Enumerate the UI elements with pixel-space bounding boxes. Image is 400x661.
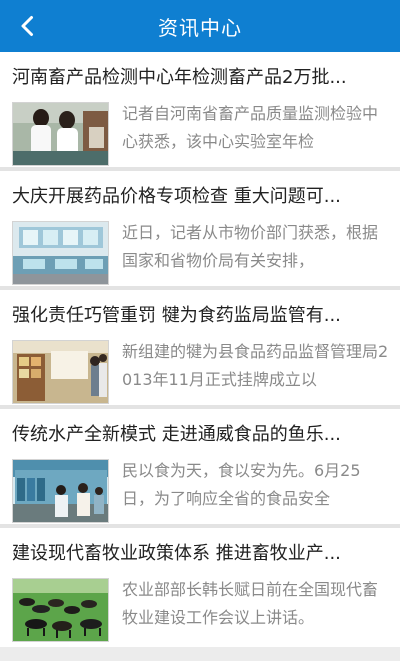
cattle-pasture-image [13,579,108,641]
app-header: 资讯中心 [0,0,400,52]
news-thumbnail [12,459,109,523]
news-summary: 农业部部长韩长赋日前在全国现代畜牧业建设工作会议上讲话。 [122,580,379,627]
news-title: 河南畜产品检测中心年检测畜产品2万批... [12,67,347,88]
news-title: 建设现代畜牧业政策体系 推进畜牧业产... [12,543,341,564]
news-summary: 近日，记者从市物价部门获悉，根据国家和省物价局有关安排， [122,223,379,270]
news-title: 大庆开展药品价格专项检查 重大问题可... [12,186,341,207]
news-thumbnail [12,102,109,166]
news-item-3[interactable]: 强化责任巧管重罚 犍为食药监局监管有... 新组建的犍为县食品药品监督管理局20… [0,290,400,409]
page-title: 资讯中心 [158,15,242,40]
news-summary: 新组建的犍为县食品药品监督管理局2013年11月正式挂牌成立以 [122,342,389,389]
office-inspection-image [13,341,108,403]
back-button[interactable] [8,6,48,46]
news-item-5[interactable]: 建设现代畜牧业政策体系 推进畜牧业产... 农业部部长韩长赋日前在全国现代畜牧业… [0,528,400,647]
news-thumbnail [12,340,109,404]
news-list: 河南畜产品检测中心年检测畜产品2万批... 记者自河南省畜产品质量监测检验中心获… [0,52,400,647]
news-title: 强化责任巧管重罚 犍为食药监局监管有... [12,305,341,326]
news-summary: 记者自河南省畜产品质量监测检验中心获悉，该中心实验室年检 [122,104,379,151]
news-center-screen: 资讯中心 河南畜产品检测中心年检测畜产品2万批... 记者自河南省畜产品质量监测… [0,0,400,661]
news-thumbnail [12,221,109,285]
news-item-4[interactable]: 传统水产全新模式 走进通威食品的鱼乐... 民以食为天，食以安为先。6月25日，… [0,409,400,528]
news-item-1[interactable]: 河南畜产品检测中心年检测畜产品2万批... 记者自河南省畜产品质量监测检验中心获… [0,52,400,171]
news-title: 传统水产全新模式 走进通威食品的鱼乐... [12,424,341,445]
news-thumbnail [12,578,109,642]
pharmacy-counter-image [13,222,108,284]
news-item-2[interactable]: 大庆开展药品价格专项检查 重大问题可... 近日，记者从市物价部门获悉，根据国家… [0,171,400,290]
news-summary: 民以食为天，食以安为先。6月25日，为了响应全省的食品安全 [122,461,361,508]
chevron-left-icon [21,16,33,36]
lab-technicians-image [13,103,108,165]
aquaculture-visit-image [13,460,108,522]
